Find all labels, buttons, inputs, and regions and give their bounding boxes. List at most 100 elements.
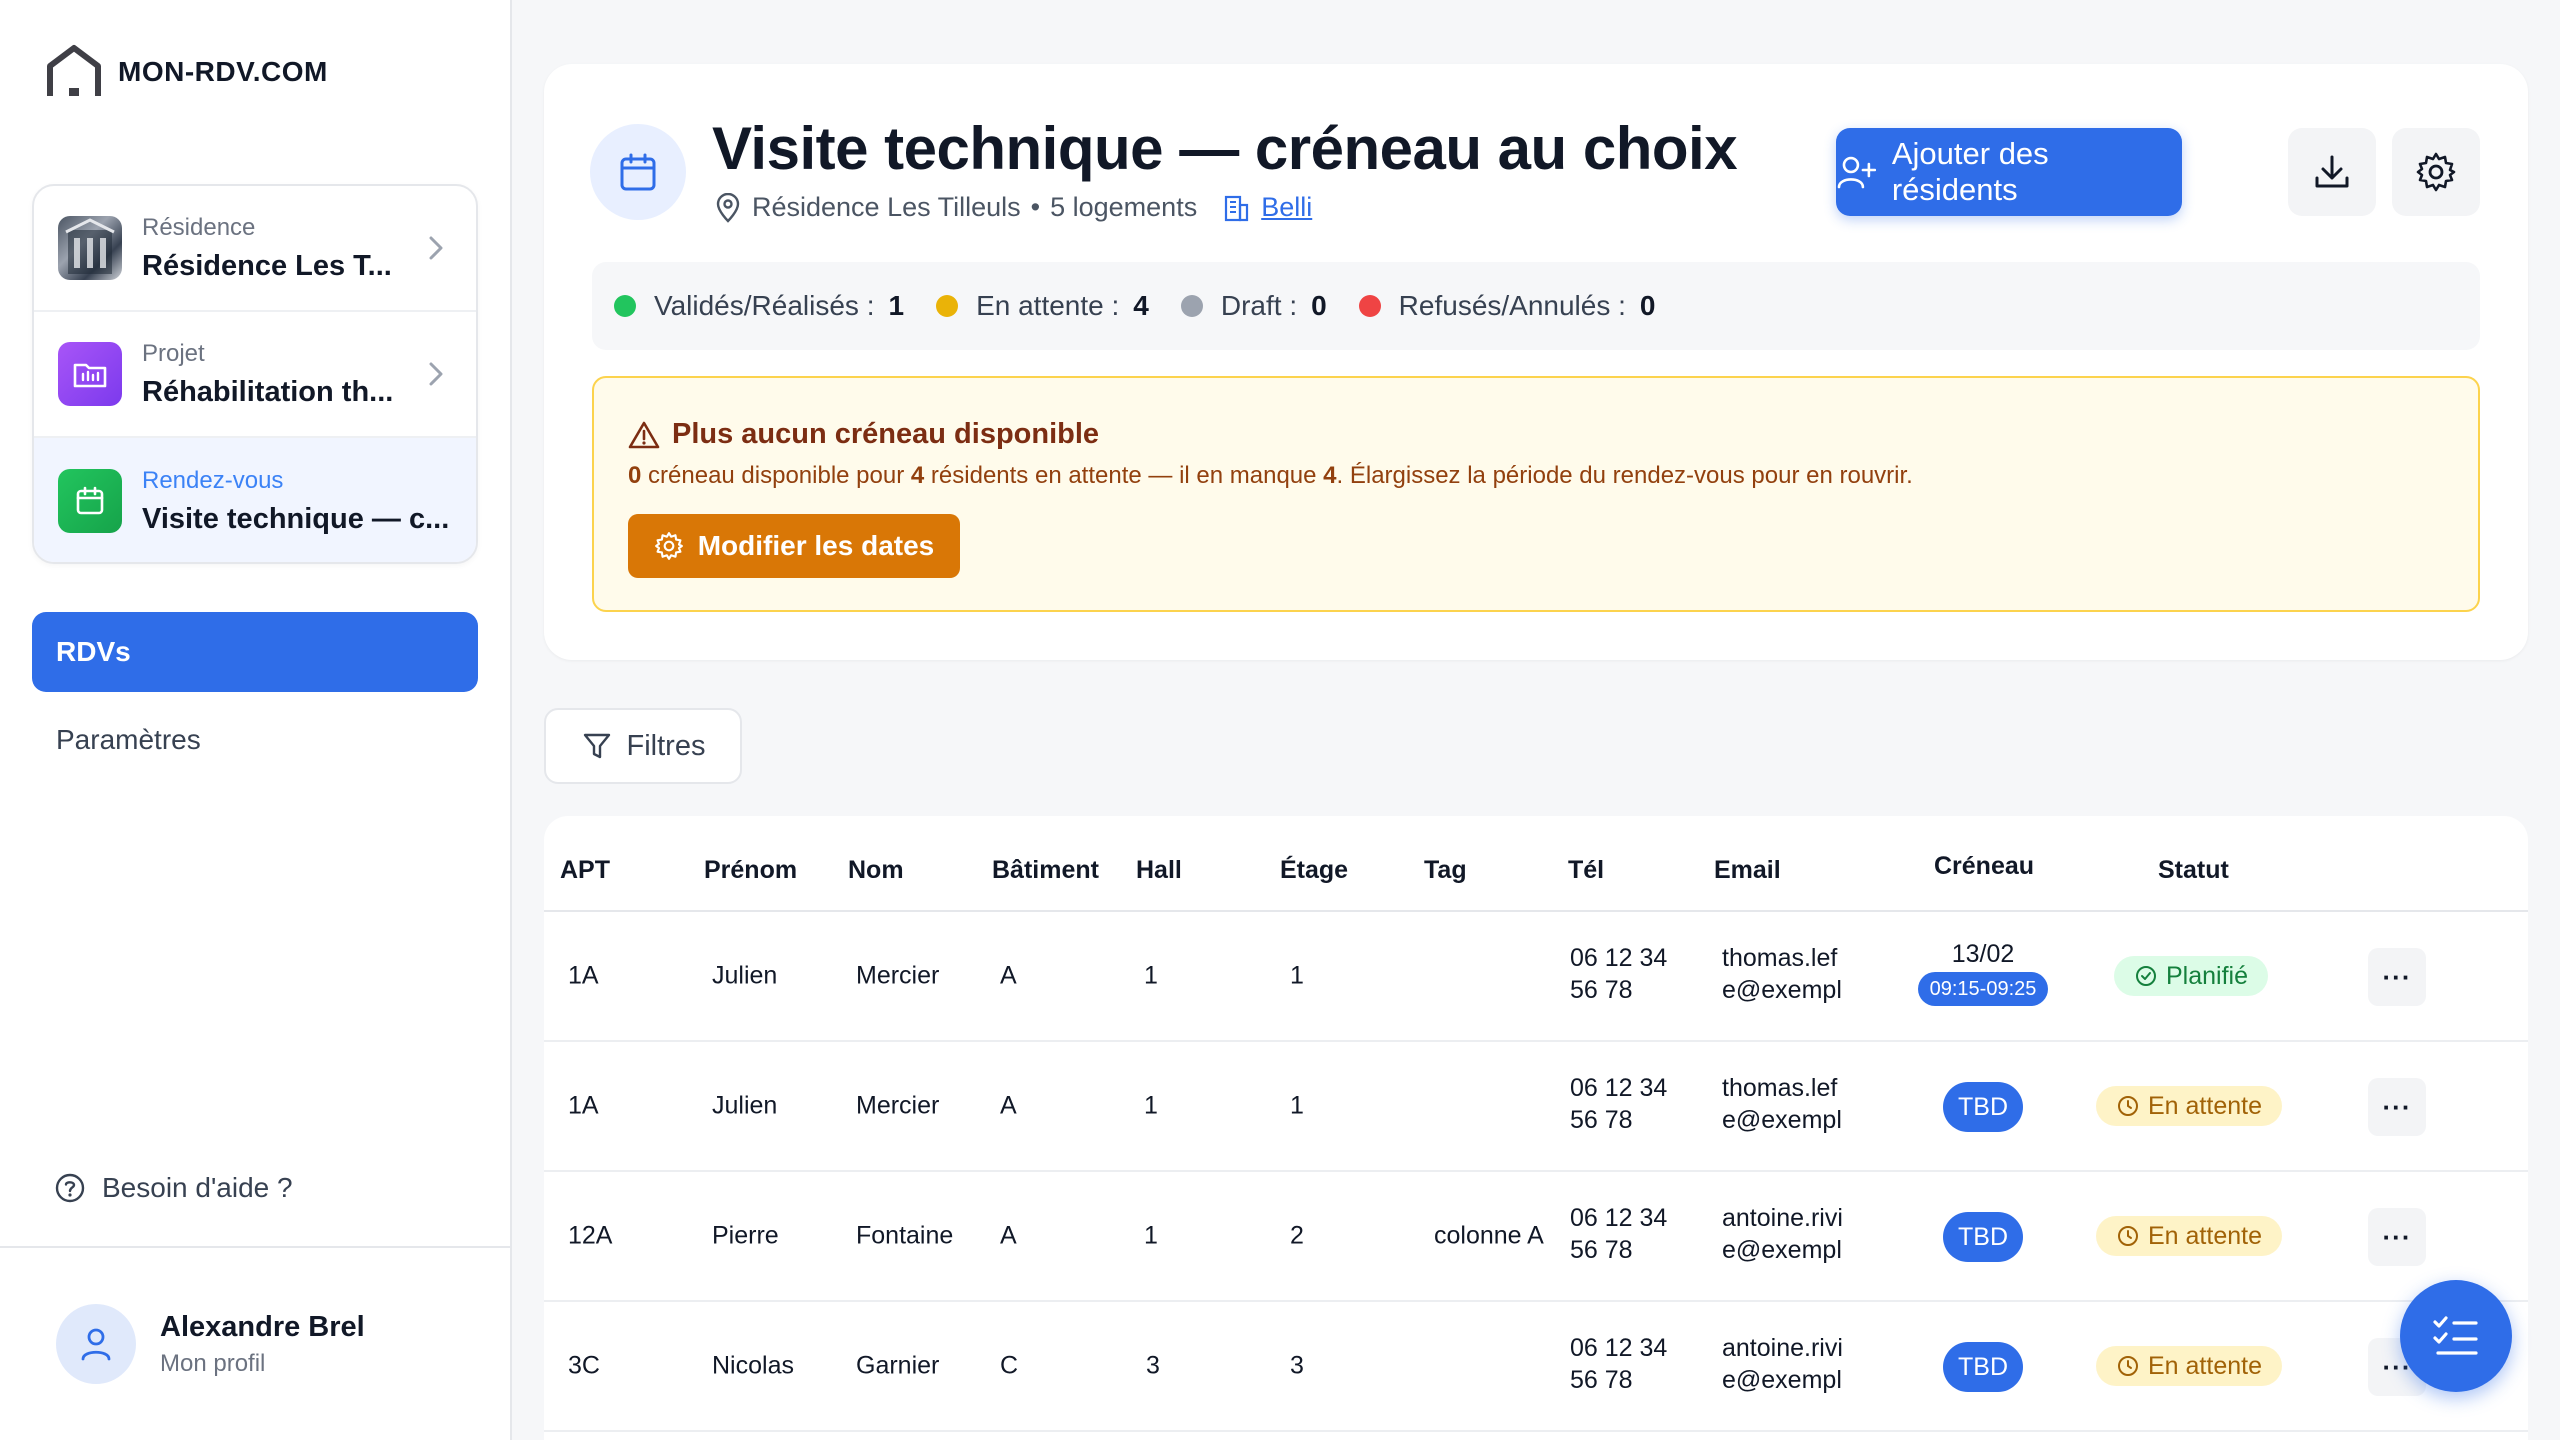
- col-hall[interactable]: Hall: [1136, 856, 1182, 885]
- rdv-table: APT Prénom Nom Bâtiment Hall Étage Tag T…: [544, 816, 2528, 1440]
- row-actions-button[interactable]: ···: [2368, 948, 2426, 1006]
- map-pin-icon: [716, 192, 740, 223]
- table-row[interactable]: 1A Julien Mercier A 1 1 06 12 34 56 78 th…: [544, 912, 2528, 1042]
- col-statut[interactable]: Statut: [2158, 856, 2229, 885]
- chevron-right-icon: [429, 362, 443, 386]
- context-rdv[interactable]: Rendez-vous Visite technique — c...: [34, 438, 476, 562]
- cell-batiment: A: [1000, 961, 1017, 990]
- cell-nom: Mercier: [856, 1091, 940, 1120]
- col-tel[interactable]: Tél: [1568, 856, 1604, 885]
- status-dot-gray: [1180, 295, 1203, 317]
- building-photo-icon: [65, 218, 115, 274]
- check-circle-icon: [2136, 966, 2156, 986]
- row-actions-button[interactable]: ···: [2368, 1078, 2426, 1136]
- cell-email: thomas.lef e@exempl: [1722, 1074, 1842, 1134]
- row-actions-button[interactable]: ···: [2368, 1208, 2426, 1266]
- nav-rdvs[interactable]: RDVs: [32, 612, 478, 692]
- gear-icon: [2416, 152, 2456, 192]
- cell-etage: 2: [1290, 1221, 1304, 1250]
- cell-nom: Fontaine: [856, 1221, 954, 1250]
- col-nom[interactable]: Nom: [848, 856, 904, 885]
- projet-thumb: [58, 342, 122, 406]
- status-badge: En attente: [2096, 1086, 2282, 1126]
- col-email[interactable]: Email: [1714, 856, 1781, 885]
- avatar: [56, 1304, 136, 1384]
- cell-tag: colonne A: [1434, 1221, 1544, 1250]
- house-logo-icon: [47, 45, 101, 96]
- cell-hall: 1: [1144, 1091, 1158, 1120]
- filters-button[interactable]: Filtres: [544, 708, 742, 784]
- col-prenom[interactable]: Prénom: [704, 856, 797, 885]
- profile-name: Alexandre Brel: [160, 1310, 365, 1343]
- clock-icon: [2118, 1226, 2138, 1246]
- brand-logo[interactable]: MON-RDV.COM: [44, 44, 328, 100]
- alert-message: 0 créneau disponible pour 4 résidents en…: [628, 462, 1913, 489]
- table-header: APT Prénom Nom Bâtiment Hall Étage Tag T…: [544, 816, 2528, 912]
- col-apt[interactable]: APT: [560, 856, 610, 885]
- context-residence-value: Résidence Les T...: [142, 249, 392, 282]
- residence-photo: [58, 216, 122, 280]
- calendar-icon: [76, 486, 104, 515]
- slot-tbd-pill[interactable]: TBD: [1943, 1082, 2023, 1132]
- residence-name: Résidence Les Tilleuls: [752, 192, 1021, 222]
- cell-email: thomas.lef e@exempl: [1722, 944, 1842, 1004]
- cell-etage: 1: [1290, 961, 1304, 990]
- col-tag[interactable]: Tag: [1424, 856, 1467, 885]
- cell-hall: 1: [1144, 961, 1158, 990]
- help-label: Besoin d'aide ?: [102, 1172, 293, 1203]
- download-button[interactable]: [2288, 128, 2376, 216]
- cell-hall: 1: [1144, 1221, 1158, 1250]
- table-row[interactable]: 3C Nicolas Garnier C 3 3 06 12 34 56 78 a…: [544, 1302, 2528, 1432]
- slot-tbd-pill[interactable]: TBD: [1943, 1342, 2023, 1392]
- cell-batiment: A: [1000, 1221, 1017, 1250]
- rdv-meta: Résidence Les Tilleuls • 5 logements Bel…: [714, 192, 1312, 223]
- col-creneau[interactable]: Créneau: [1934, 852, 2034, 881]
- settings-button[interactable]: [2392, 128, 2480, 216]
- col-etage[interactable]: Étage: [1280, 856, 1348, 885]
- filter-icon: [583, 733, 610, 759]
- slot-tbd-pill[interactable]: TBD: [1943, 1212, 2023, 1262]
- stat-draft: Draft :0: [1180, 290, 1327, 322]
- table-row[interactable]: 12A Pierre Fontaine A 1 2 colonne A 06 1…: [544, 1172, 2528, 1302]
- user-plus-icon: [1837, 156, 1876, 189]
- logements-count: 5 logements: [1050, 192, 1198, 222]
- nav-parametres[interactable]: Paramètres: [32, 700, 478, 780]
- cell-prenom: Nicolas: [712, 1351, 794, 1380]
- help-link[interactable]: Besoin d'aide ?: [54, 1172, 293, 1204]
- context-rdv-label: Rendez-vous: [142, 466, 284, 494]
- table-row[interactable]: 1A Julien Mercier A 1 1 06 12 34 56 78 th…: [544, 1042, 2528, 1172]
- company-link[interactable]: Belli: [1261, 192, 1312, 223]
- download-icon: [2315, 155, 2349, 188]
- cell-hall: 3: [1146, 1351, 1160, 1380]
- sidebar: MON-RDV.COM Résidence Résidence Les T...: [0, 0, 512, 1440]
- context-rdv-value: Visite technique — c...: [142, 502, 450, 535]
- cell-nom: Mercier: [856, 961, 940, 990]
- checklist-icon: [2433, 1316, 2478, 1355]
- alert-title: Plus aucun créneau disponible: [628, 418, 1099, 451]
- context-projet[interactable]: Projet Réhabilitation th...: [34, 312, 476, 438]
- building-icon: [1225, 195, 1249, 221]
- col-batiment[interactable]: Bâtiment: [992, 856, 1099, 885]
- user-icon: [81, 1328, 111, 1361]
- context-residence[interactable]: Résidence Résidence Les T...: [34, 186, 476, 312]
- modify-dates-button[interactable]: Modifier les dates: [628, 514, 960, 578]
- meta-separator: •: [1030, 192, 1041, 222]
- context-projet-label: Projet: [142, 339, 205, 367]
- task-list-fab[interactable]: [2400, 1280, 2512, 1392]
- cell-email: antoine.rivi e@exempl: [1722, 1204, 1843, 1264]
- rdv-header-icon: [590, 124, 686, 220]
- cell-tel: 06 12 34 56 78: [1570, 1204, 1668, 1264]
- add-residents-button[interactable]: Ajouter des résidents: [1836, 128, 2182, 216]
- warning-triangle-icon: [628, 421, 660, 448]
- profile[interactable]: Alexandre Brel Mon profil: [56, 1304, 365, 1384]
- context-residence-label: Résidence: [142, 213, 256, 241]
- status-dot-red: [1358, 295, 1381, 317]
- stat-refuses: Refusés/Annulés :0: [1358, 290, 1656, 322]
- status-badge: En attente: [2096, 1216, 2282, 1256]
- cell-email: antoine.rivi e@exempl: [1722, 1334, 1843, 1394]
- stat-valides: Validés/Réalisés :1: [614, 290, 904, 322]
- help-circle-icon: [55, 1173, 85, 1203]
- cell-apt: 3C: [568, 1351, 600, 1380]
- slot-time-pill[interactable]: 09:15-09:25: [1918, 972, 2048, 1006]
- clock-icon: [2118, 1356, 2138, 1376]
